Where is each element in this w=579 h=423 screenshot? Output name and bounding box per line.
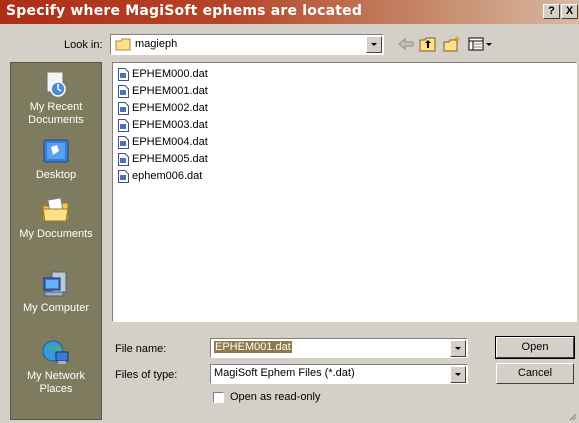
open-file-dialog: Specify where MagiSoft ephems are locate… xyxy=(0,0,579,423)
file-icon xyxy=(118,118,129,132)
file-type-label: Files of type: xyxy=(115,369,178,381)
back-icon[interactable] xyxy=(396,35,416,53)
file-icon xyxy=(118,84,129,98)
place-label-my-computer: My Computer xyxy=(22,302,90,314)
list-item[interactable]: EPHEM005.dat xyxy=(118,151,208,168)
my-computer-icon xyxy=(43,271,67,297)
chevron-down-icon[interactable] xyxy=(450,340,466,357)
desktop-icon xyxy=(43,139,69,163)
up-folder-icon[interactable] xyxy=(418,35,438,53)
file-name: EPHEM000.dat xyxy=(132,68,208,80)
file-type-value: MagiSoft Ephem Files (*.dat) xyxy=(214,367,355,379)
place-label-desktop: Desktop xyxy=(35,169,77,181)
look-in-value: magieph xyxy=(135,38,178,50)
place-desktop[interactable]: Desktop xyxy=(11,137,101,182)
look-in-dropdown[interactable]: magieph xyxy=(110,34,384,55)
read-only-checkbox[interactable] xyxy=(213,392,224,403)
my-documents-icon xyxy=(42,197,69,222)
file-icon xyxy=(118,152,129,166)
dialog-title: Specify where MagiSoft ephems are locate… xyxy=(6,3,363,19)
open-button[interactable]: Open xyxy=(495,336,575,359)
read-only-label: Open as read-only xyxy=(230,391,321,403)
title-bar[interactable]: Specify where MagiSoft ephems are locate… xyxy=(0,0,579,24)
look-in-label: Look in: xyxy=(64,39,103,51)
folder-icon xyxy=(115,38,131,51)
list-item[interactable]: EPHEM003.dat xyxy=(118,117,208,134)
chevron-down-icon[interactable] xyxy=(366,36,382,53)
resize-grip-icon[interactable] xyxy=(567,411,577,421)
file-name: ephem006.dat xyxy=(132,170,203,182)
place-label-network: My Network Places xyxy=(26,370,86,395)
cancel-button[interactable]: Cancel xyxy=(496,363,574,384)
file-name-label: File name: xyxy=(115,343,167,355)
place-label-my-documents: My Documents xyxy=(19,228,93,240)
place-my-computer[interactable]: My Computer xyxy=(11,270,101,315)
file-type-dropdown[interactable]: MagiSoft Ephem Files (*.dat) xyxy=(210,364,468,384)
file-icon xyxy=(118,101,129,115)
file-name: EPHEM001.dat xyxy=(132,85,208,97)
file-icon xyxy=(118,67,129,81)
chevron-down-icon[interactable] xyxy=(450,366,466,383)
place-network-places[interactable]: My Network Places xyxy=(11,338,101,396)
list-item[interactable]: EPHEM000.dat xyxy=(118,66,208,83)
file-name: EPHEM005.dat xyxy=(132,153,208,165)
file-icon xyxy=(118,135,129,149)
network-places-icon xyxy=(42,340,69,364)
list-item[interactable]: EPHEM004.dat xyxy=(118,134,208,151)
help-button[interactable]: ? xyxy=(543,4,560,19)
list-item[interactable]: EPHEM001.dat xyxy=(118,83,208,100)
file-list[interactable]: EPHEM000.dat EPHEM001.dat EPHEM002.dat E… xyxy=(112,62,577,322)
list-item[interactable]: ephem006.dat xyxy=(118,168,202,185)
file-name: EPHEM004.dat xyxy=(132,136,208,148)
file-name: EPHEM002.dat xyxy=(132,102,208,114)
places-bar: My Recent Documents Desktop My Documents xyxy=(10,62,102,420)
file-name: EPHEM003.dat xyxy=(132,119,208,131)
place-recent-documents[interactable]: My Recent Documents xyxy=(11,69,101,127)
file-name-field[interactable]: EPHEM001.dat xyxy=(210,338,468,358)
file-icon xyxy=(118,169,129,183)
new-folder-icon[interactable] xyxy=(442,35,462,53)
place-label-recent: My Recent Documents xyxy=(28,101,84,126)
list-item[interactable]: EPHEM002.dat xyxy=(118,100,208,117)
view-menu-icon[interactable] xyxy=(467,35,495,53)
place-my-documents[interactable]: My Documents xyxy=(11,196,101,241)
file-name-value: EPHEM001.dat xyxy=(214,341,292,353)
close-button[interactable]: X xyxy=(561,4,578,19)
recent-documents-icon xyxy=(46,71,66,97)
